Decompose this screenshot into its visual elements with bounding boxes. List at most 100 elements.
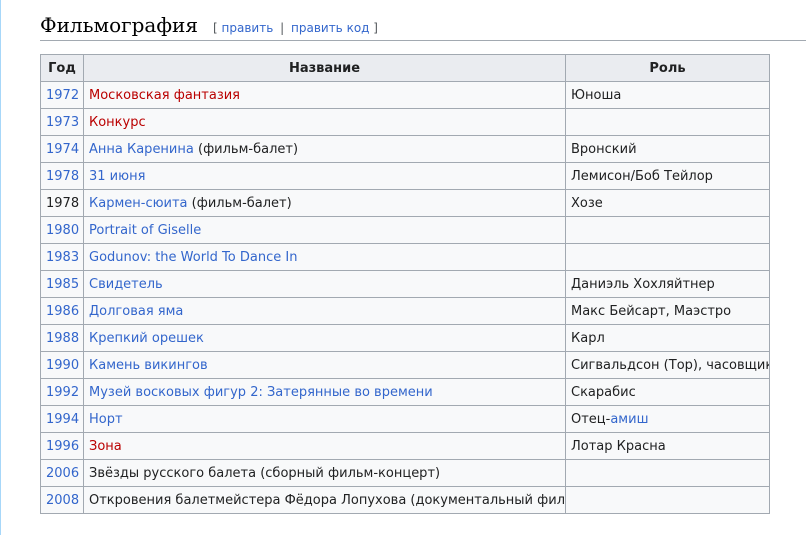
table-row: 1990 Камень викингов Сигвальдсон (Тор), ча… [40, 351, 770, 379]
film-title-link[interactable]: Portrait of Giselle [89, 223, 201, 238]
year-cell: 1985 [40, 270, 84, 298]
title-cell: Анна Каренина (фильм-балет) [83, 135, 566, 163]
table-row: 1972 Московская фантазия Юноша [40, 81, 770, 109]
role-cell: Скарабис [565, 378, 770, 406]
year-link[interactable]: 1988 [46, 331, 79, 346]
title-cell: Звёзды русского балета (сборный фильм-ко… [83, 459, 566, 487]
film-title-link[interactable]: Конкурс [89, 115, 146, 130]
year-link[interactable]: 1978 [46, 169, 79, 184]
year-cell: 1978 [40, 189, 84, 217]
role-text: Юноша [571, 87, 622, 103]
year-link[interactable]: 1985 [46, 277, 79, 292]
year-link[interactable]: 1996 [46, 439, 79, 454]
table-row: 1978 Кармен-сюита (фильм-балет) Хозе [40, 189, 770, 217]
role-cell [565, 486, 770, 514]
table-row: 1985 Свидетель Даниэль Хохляйтнер [40, 270, 770, 298]
role-cell: Лотар Красна [565, 432, 770, 460]
edit-source-link[interactable]: править код [291, 21, 369, 35]
title-cell: 31 июня [83, 162, 566, 190]
film-title-link[interactable]: Крепкий орешек [89, 331, 204, 346]
role-cell: Вронский [565, 135, 770, 163]
edit-bracket-open: [ [213, 21, 218, 35]
film-title-link[interactable]: Зона [89, 439, 122, 454]
film-title-link[interactable]: Godunov: the World To Dance In [89, 250, 297, 265]
year-cell: 1996 [40, 432, 84, 460]
year-link[interactable]: 2008 [46, 493, 79, 508]
title-cell: Свидетель [83, 270, 566, 298]
film-title-link[interactable]: Свидетель [89, 277, 163, 292]
title-cell: Камень викингов [83, 351, 566, 379]
role-text: Карл [571, 330, 605, 346]
role-text: Скарабис [571, 384, 636, 400]
role-cell: Макс Бейсарт, Маэстро [565, 297, 770, 325]
year-cell: 2006 [40, 459, 84, 487]
edit-section-links: [ править | править код ] [213, 21, 378, 35]
role-cell [565, 459, 770, 487]
year-cell: 1980 [40, 216, 84, 244]
film-title-link[interactable]: Камень викингов [89, 358, 208, 373]
title-cell: Долговая яма [83, 297, 566, 325]
film-title-text: Звёзды русского балета (сборный фильм-ко… [89, 465, 441, 481]
title-cell: Конкурс [83, 108, 566, 136]
film-title-link[interactable]: Московская фантазия [89, 88, 240, 103]
section-heading: Фильмография [ править | править код ] [40, 10, 806, 41]
role-cell [565, 243, 770, 271]
role-text: Макс Бейсарт, Маэстро [571, 303, 732, 319]
year-cell: 1983 [40, 243, 84, 271]
role-text: Хозе [571, 195, 603, 211]
table-row: 1994 Норт Отец-амиш [40, 405, 770, 433]
film-title-text: Откровения балетмейстера Фёдора Лопухова… [89, 492, 566, 508]
edit-bracket-close: ] [373, 21, 378, 35]
year-cell: 2008 [40, 486, 84, 514]
title-cell: Норт [83, 405, 566, 433]
year-cell: 1978 [40, 162, 84, 190]
table-row: 2008 Откровения балетмейстера Фёдора Лопу… [40, 486, 770, 514]
title-cell: Godunov: the World To Dance In [83, 243, 566, 271]
table-row: 1974 Анна Каренина (фильм-балет) Вронский [40, 135, 770, 163]
table-row: 1978 31 июня Лемисон/Боб Тейлор [40, 162, 770, 190]
role-cell: Лемисон/Боб Тейлор [565, 162, 770, 190]
role-text: Даниэль Хохляйтнер [571, 276, 715, 292]
title-cell: Откровения балетмейстера Фёдора Лопухова… [83, 486, 566, 514]
table-row: 1988 Крепкий орешек Карл [40, 324, 770, 352]
table-row: 1980 Portrait of Giselle [40, 216, 770, 244]
year-cell: 1972 [40, 81, 84, 109]
year-link[interactable]: 1980 [46, 223, 79, 238]
role-link[interactable]: амиш [610, 412, 648, 427]
role-cell: Даниэль Хохляйтнер [565, 270, 770, 298]
year-link[interactable]: 1990 [46, 358, 79, 373]
role-text: Лотар Красна [571, 438, 666, 454]
year-link[interactable]: 1973 [46, 115, 79, 130]
table-row: 2006 Звёзды русского балета (сборный филь… [40, 459, 770, 487]
title-cell: Зона [83, 432, 566, 460]
header-title: Название [83, 54, 566, 82]
table-row: 1973 Конкурс [40, 108, 770, 136]
role-text: Лемисон/Боб Тейлор [571, 168, 713, 184]
year-link[interactable]: 2006 [46, 466, 79, 481]
film-title-link[interactable]: Анна Каренина [89, 142, 194, 157]
film-title-link[interactable]: 31 июня [89, 169, 145, 184]
film-title-note: (фильм-балет) [187, 195, 292, 211]
film-title-link[interactable]: Музей восковых фигур 2: Затерянные во вр… [89, 385, 433, 400]
role-cell: Отец-амиш [565, 405, 770, 433]
film-title-link[interactable]: Долговая яма [89, 304, 183, 319]
table-row: 1992 Музей восковых фигур 2: Затерянные в… [40, 378, 770, 406]
role-cell [565, 216, 770, 244]
film-title-link[interactable]: Норт [89, 412, 123, 427]
filmography-table: Год Название Роль 1972 Московская фантази… [40, 54, 770, 514]
year-link[interactable]: 1994 [46, 412, 79, 427]
film-title-link[interactable]: Кармен-сюита [89, 196, 188, 211]
year-cell: 1974 [40, 135, 84, 163]
table-body: 1972 Московская фантазия Юноша 1973 Конкурс 1… [40, 81, 770, 514]
title-cell: Крепкий орешек [83, 324, 566, 352]
header-role: Роль [565, 54, 770, 82]
edit-link[interactable]: править [222, 21, 274, 35]
year-link[interactable]: 1972 [46, 88, 79, 103]
year-cell: 1988 [40, 324, 84, 352]
year-link[interactable]: 1986 [46, 304, 79, 319]
year-link[interactable]: 1974 [46, 142, 79, 157]
year-link[interactable]: 1992 [46, 385, 79, 400]
year-link[interactable]: 1983 [46, 250, 79, 265]
title-cell: Кармен-сюита (фильм-балет) [83, 189, 566, 217]
table-header-row: Год Название Роль [40, 54, 770, 82]
